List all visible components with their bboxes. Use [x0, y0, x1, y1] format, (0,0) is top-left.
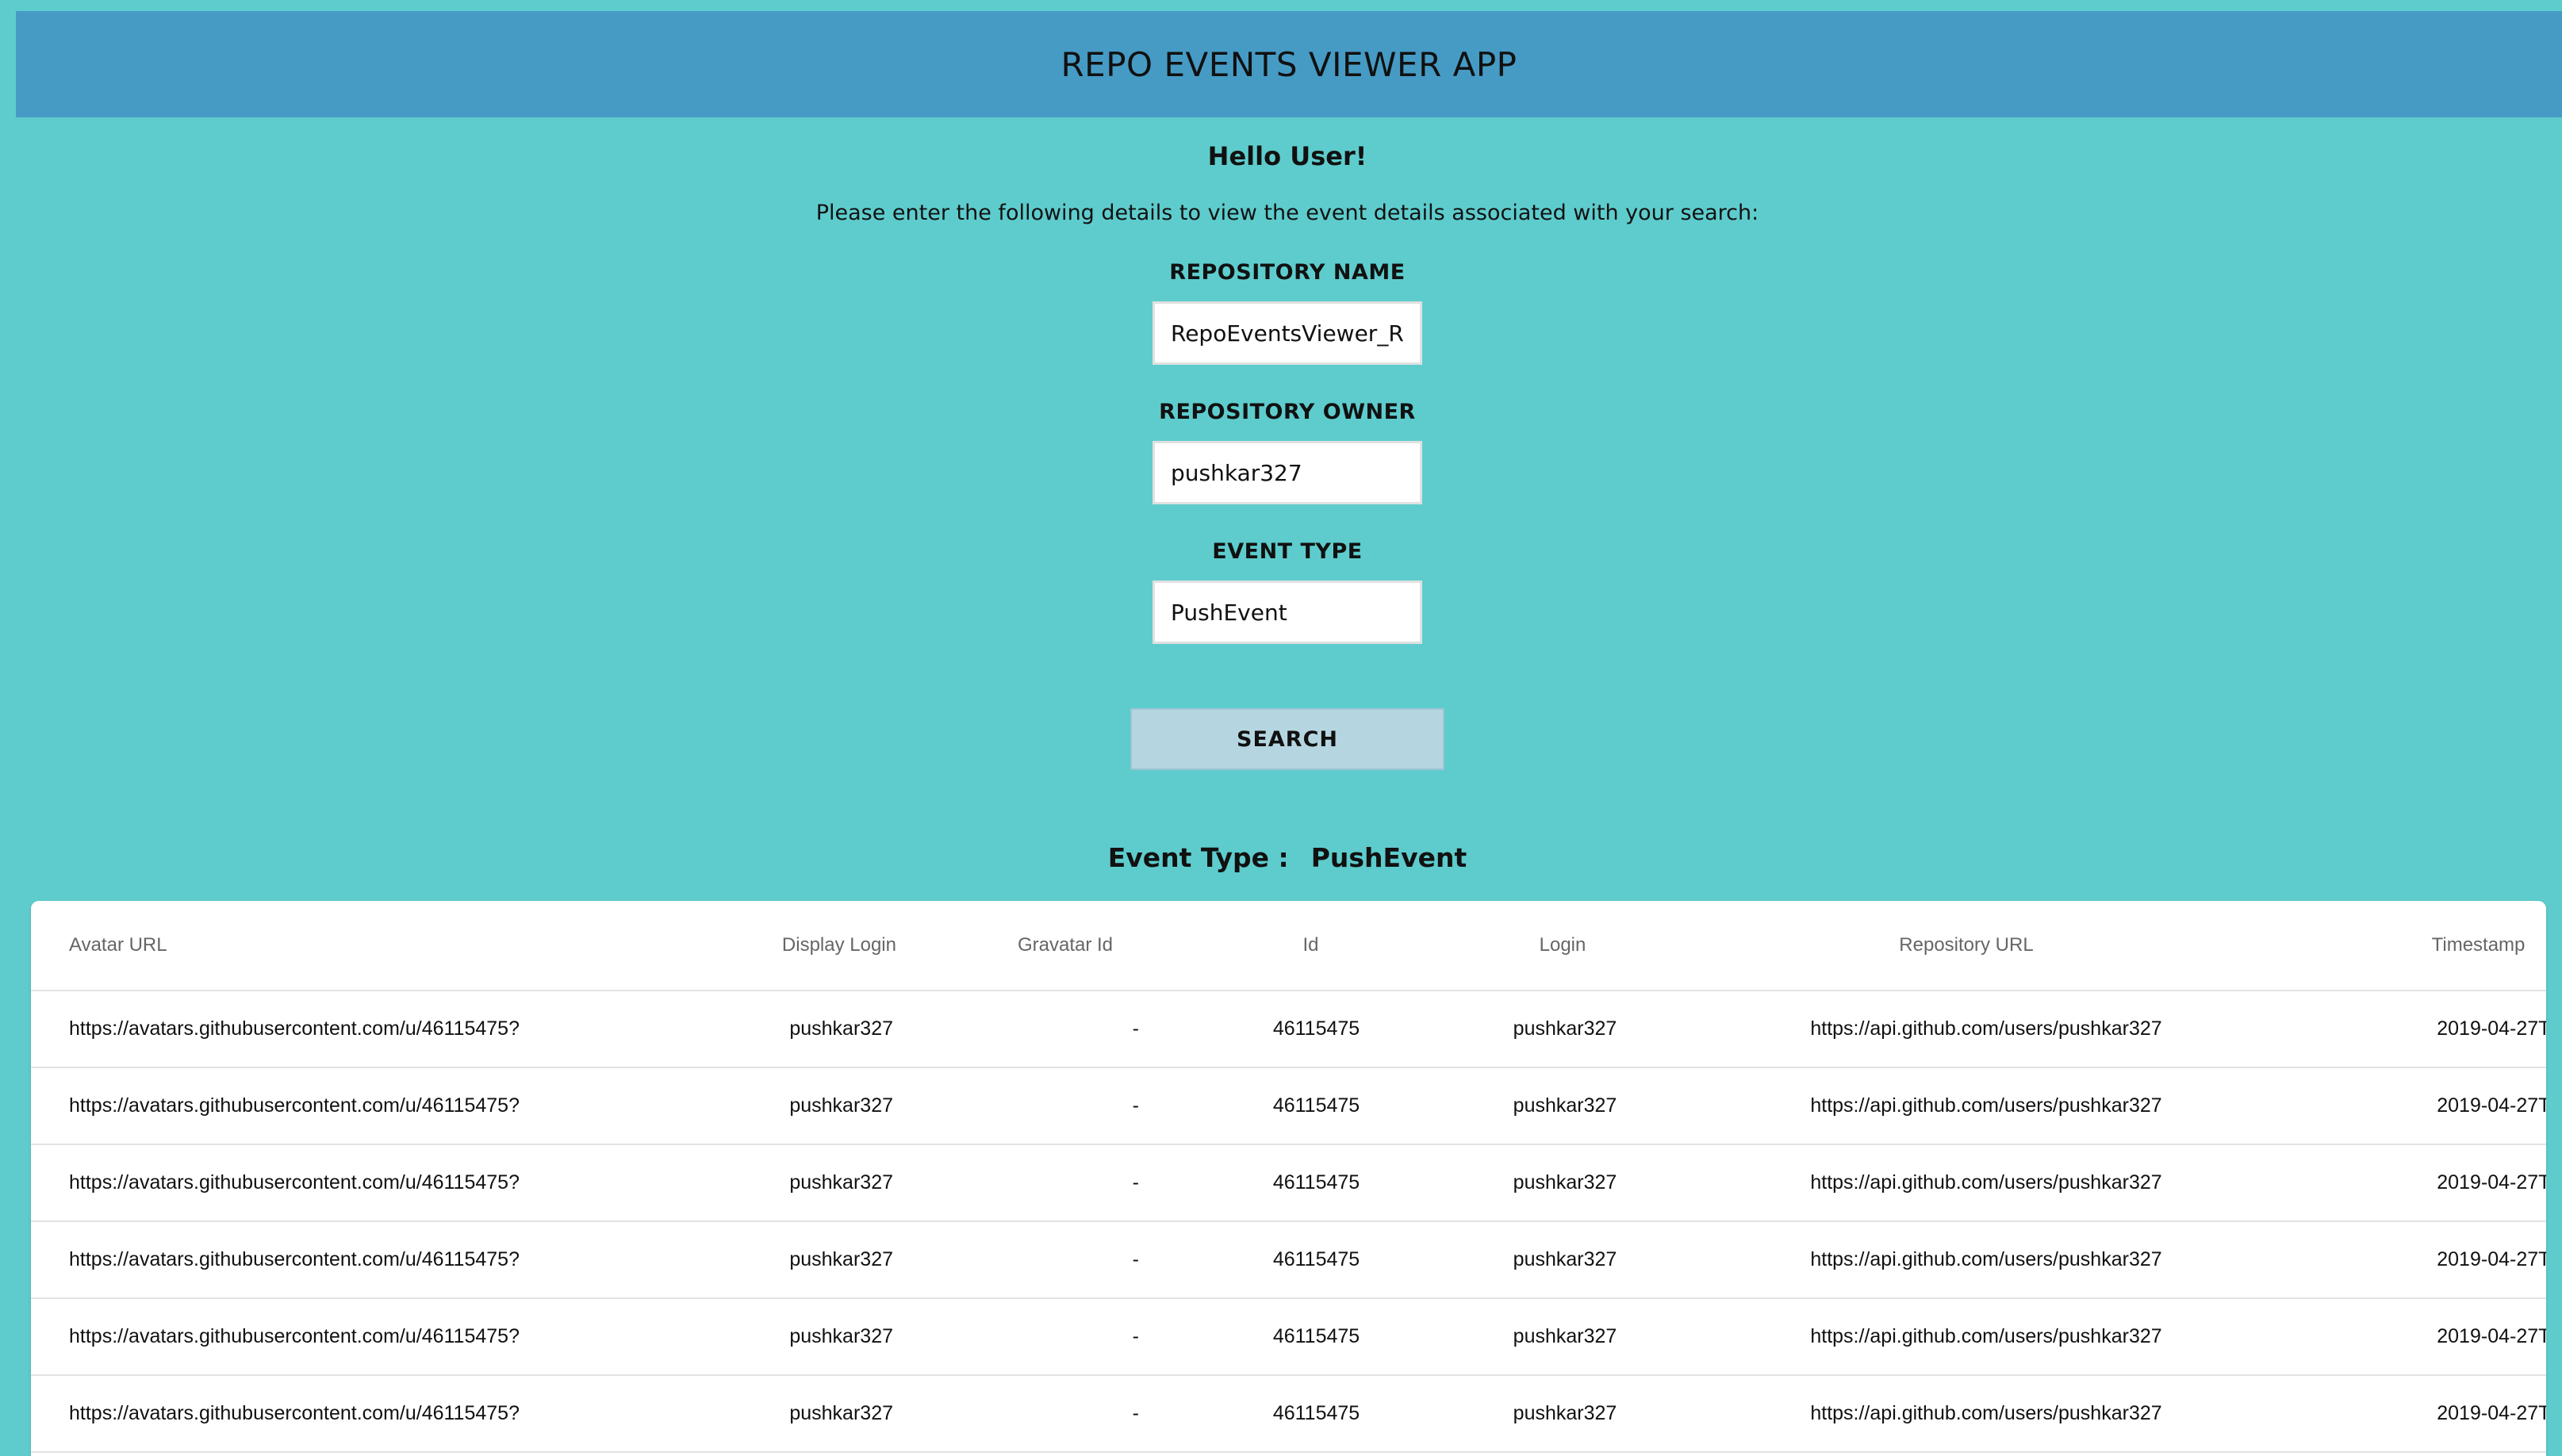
gravatar-id-cell: - — [903, 1375, 1196, 1453]
avatar-url-cell: https://avatars.githubusercontent.com/u/… — [31, 1221, 704, 1299]
column-header-repository-url[interactable]: Repository URL — [1693, 901, 2279, 991]
results-event-type-value: PushEvent — [1310, 842, 1467, 873]
login-cell: pushkar327 — [1436, 1298, 1693, 1376]
column-header-gravatar-id[interactable]: Gravatar Id — [903, 901, 1196, 991]
gravatar-id-cell: - — [903, 1144, 1196, 1222]
results-event-type-label: Event Type : — [1107, 842, 1289, 873]
search-button[interactable]: SEARCH — [1130, 708, 1444, 770]
repo-name-input[interactable] — [1153, 301, 1422, 365]
avatar-url-cell: https://avatars.githubusercontent.com/u/… — [31, 1144, 704, 1222]
instructions-text: Please enter the following details to vi… — [815, 201, 1759, 225]
table-row: https://avatars.githubusercontent.com/u/… — [31, 1144, 2546, 1222]
events-table: Avatar URL Display Login Gravatar Id Id … — [31, 901, 2546, 1453]
repo-owner-label: REPOSITORY OWNER — [1159, 400, 1416, 424]
display-login-cell: pushkar327 — [704, 990, 903, 1068]
timestamp-cell: 2019-04-27T05:19:46Z — [2279, 1298, 2546, 1376]
gravatar-id-cell: - — [903, 1221, 1196, 1299]
id-cell: 46115475 — [1196, 1375, 1436, 1453]
repository-url-cell: https://api.github.com/users/pushkar327 — [1693, 1375, 2279, 1453]
display-login-cell: pushkar327 — [704, 1067, 903, 1145]
repository-url-cell: https://api.github.com/users/pushkar327 — [1693, 990, 2279, 1068]
gravatar-id-cell: - — [903, 1067, 1196, 1145]
timestamp-cell: 2019-04-27T16:20:16Z — [2279, 1144, 2546, 1222]
repo-owner-input[interactable] — [1153, 441, 1422, 504]
timestamp-cell: 2019-04-27T05:16:47Z — [2279, 1375, 2546, 1453]
app-title: REPO EVENTS VIEWER APP — [1060, 44, 1517, 84]
event-type-label: EVENT TYPE — [1212, 539, 1363, 564]
column-header-timestamp[interactable]: Timestamp — [2279, 901, 2546, 991]
repo-name-label: REPOSITORY NAME — [1169, 260, 1406, 285]
avatar-url-cell: https://avatars.githubusercontent.com/u/… — [31, 1067, 704, 1145]
login-cell: pushkar327 — [1436, 1221, 1693, 1299]
id-cell: 46115475 — [1196, 1144, 1436, 1222]
event-type-input[interactable] — [1153, 580, 1422, 644]
avatar-url-cell: https://avatars.githubusercontent.com/u/… — [31, 1298, 704, 1376]
events-table-card: Avatar URL Display Login Gravatar Id Id … — [31, 901, 2546, 1456]
table-row: https://avatars.githubusercontent.com/u/… — [31, 990, 2546, 1068]
table-header-row: Avatar URL Display Login Gravatar Id Id … — [31, 901, 2546, 991]
id-cell: 46115475 — [1196, 1067, 1436, 1145]
results-heading: Event Type : PushEvent — [0, 842, 2562, 873]
app-header: REPO EVENTS VIEWER APP — [16, 11, 2562, 117]
avatar-url-cell: https://avatars.githubusercontent.com/u/… — [31, 1375, 704, 1453]
login-cell: pushkar327 — [1436, 1067, 1693, 1145]
login-cell: pushkar327 — [1436, 1144, 1693, 1222]
login-cell: pushkar327 — [1436, 1375, 1693, 1453]
column-header-login[interactable]: Login — [1436, 901, 1693, 991]
repository-url-cell: https://api.github.com/users/pushkar327 — [1693, 1221, 2279, 1299]
gravatar-id-cell: - — [903, 1298, 1196, 1376]
id-cell: 46115475 — [1196, 1298, 1436, 1376]
repository-url-cell: https://api.github.com/users/pushkar327 — [1693, 1067, 2279, 1145]
gravatar-id-cell: - — [903, 990, 1196, 1068]
timestamp-cell: 2019-04-27T16:48:50Z — [2279, 1067, 2546, 1145]
table-row: https://avatars.githubusercontent.com/u/… — [31, 1298, 2546, 1376]
repository-url-cell: https://api.github.com/users/pushkar327 — [1693, 1298, 2279, 1376]
column-header-avatar-url[interactable]: Avatar URL — [31, 901, 704, 991]
id-cell: 46115475 — [1196, 990, 1436, 1068]
timestamp-cell: 2019-04-27T16:51:37Z — [2279, 990, 2546, 1068]
display-login-cell: pushkar327 — [704, 1298, 903, 1376]
greeting-heading: Hello User! — [1207, 141, 1367, 171]
table-row: https://avatars.githubusercontent.com/u/… — [31, 1067, 2546, 1145]
login-cell: pushkar327 — [1436, 990, 1693, 1068]
table-row: https://avatars.githubusercontent.com/u/… — [31, 1375, 2546, 1453]
timestamp-cell: 2019-04-27T15:27:28Z — [2279, 1221, 2546, 1299]
column-header-id[interactable]: Id — [1196, 901, 1436, 991]
table-row: https://avatars.githubusercontent.com/u/… — [31, 1221, 2546, 1299]
column-header-display-login[interactable]: Display Login — [704, 901, 903, 991]
avatar-url-cell: https://avatars.githubusercontent.com/u/… — [31, 990, 704, 1068]
repository-url-cell: https://api.github.com/users/pushkar327 — [1693, 1144, 2279, 1222]
id-cell: 46115475 — [1196, 1221, 1436, 1299]
display-login-cell: pushkar327 — [704, 1221, 903, 1299]
display-login-cell: pushkar327 — [704, 1375, 903, 1453]
display-login-cell: pushkar327 — [704, 1144, 903, 1222]
